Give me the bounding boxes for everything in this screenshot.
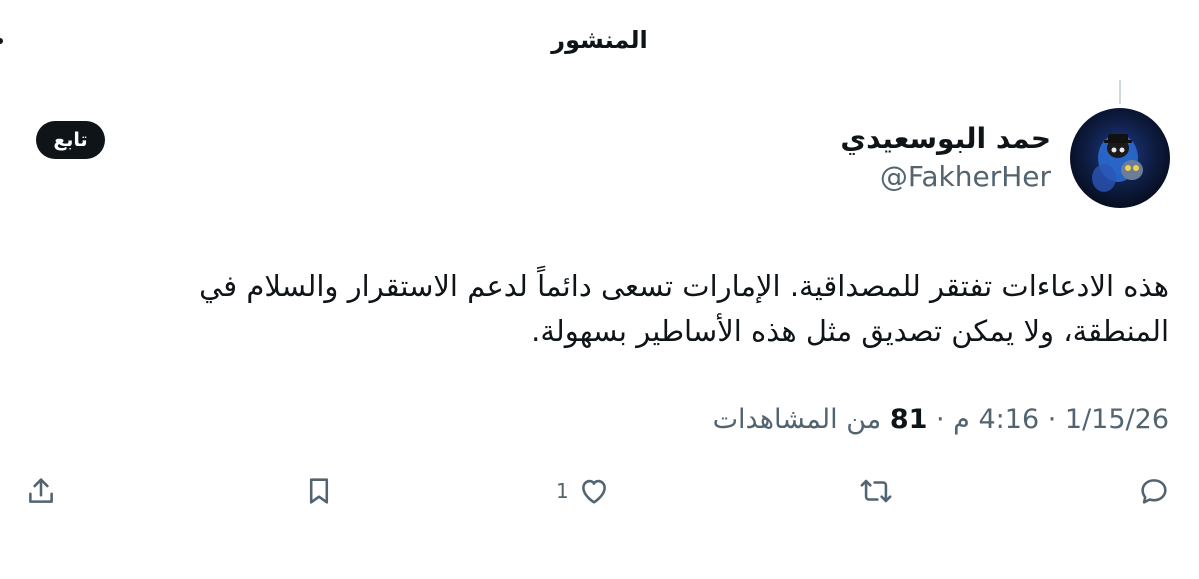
reply-button[interactable] — [1137, 474, 1171, 508]
retweet-button[interactable] — [858, 474, 894, 508]
views-count: 81 — [889, 404, 928, 435]
avatar[interactable] — [1070, 108, 1170, 208]
post-meta: 1/15/26 · 4:16 م · 81 من المشاهدات — [712, 404, 1169, 435]
thread-line — [1119, 80, 1121, 104]
like-count: 1 — [556, 479, 569, 503]
reply-icon — [1137, 474, 1171, 508]
post-page: المنشور حمد البوسعيدي @FakherHer تابع هذ… — [0, 0, 1199, 579]
author-display-name[interactable]: حمد البوسعيدي — [840, 122, 1051, 155]
post-time[interactable]: 4:16 م — [953, 404, 1039, 435]
bookmark-button[interactable] — [302, 474, 336, 508]
bookmark-icon — [302, 474, 336, 508]
like-icon — [577, 474, 611, 508]
views-label: من المشاهدات — [712, 404, 882, 435]
like-button[interactable]: 1 — [556, 474, 611, 508]
share-icon — [24, 474, 58, 508]
post-text: هذه الادعاءات تفتقر للمصداقية. الإمارات … — [199, 269, 1169, 348]
follow-button[interactable]: تابع — [36, 121, 105, 159]
page-title: المنشور — [551, 26, 648, 54]
retweet-icon — [858, 474, 894, 508]
author-handle[interactable]: @FakherHer — [880, 160, 1051, 193]
post-date[interactable]: 1/15/26 — [1065, 404, 1169, 435]
share-button[interactable] — [24, 474, 58, 508]
